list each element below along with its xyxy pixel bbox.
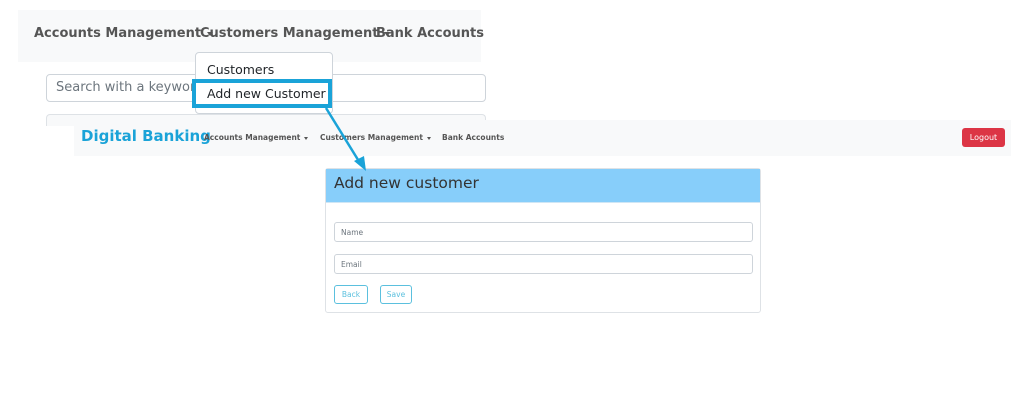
app-screenshot: Digital Banking Accounts Management Cust…: [74, 120, 1011, 372]
add-customer-card: Add new customer Back Save: [325, 168, 761, 313]
nav-bank-accounts[interactable]: Bank Accounts: [442, 133, 504, 142]
zoom-nav-bank-accounts-label: Bank Accounts: [376, 26, 484, 41]
save-button[interactable]: Save: [380, 285, 412, 304]
dropdown-item-customers[interactable]: Customers: [207, 62, 274, 77]
caret-down-icon: [304, 136, 309, 140]
nav-accounts-management-label: Accounts Management: [204, 133, 301, 142]
card-title: Add new customer: [334, 174, 479, 192]
name-field[interactable]: [334, 222, 753, 242]
nav-customers-management[interactable]: Customers Management: [320, 133, 431, 142]
caret-down-icon: [426, 136, 431, 140]
highlight-box: [192, 79, 332, 108]
nav-bank-accounts-label: Bank Accounts: [442, 133, 505, 142]
zoom-nav-customers-management[interactable]: Customers Management: [200, 26, 391, 41]
app-navbar: Digital Banking Accounts Management Cust…: [74, 120, 1011, 156]
logout-button[interactable]: Logout: [962, 128, 1005, 147]
zoom-nav-customers-management-label: Customers Management: [200, 26, 379, 41]
email-field[interactable]: [334, 254, 753, 274]
zoom-nav-bank-accounts[interactable]: Bank Accounts: [376, 26, 484, 41]
zoom-search-placeholder: Search with a keyword: [56, 80, 204, 95]
zoom-nav-accounts-management[interactable]: Accounts Management: [34, 26, 214, 41]
card-header: Add new customer: [326, 169, 760, 203]
nav-customers-management-label: Customers Management: [320, 133, 423, 142]
zoom-nav-accounts-management-label: Accounts Management: [34, 26, 202, 41]
brand-logo[interactable]: Digital Banking: [81, 127, 211, 145]
back-button[interactable]: Back: [334, 285, 368, 304]
nav-accounts-management[interactable]: Accounts Management: [204, 133, 309, 142]
